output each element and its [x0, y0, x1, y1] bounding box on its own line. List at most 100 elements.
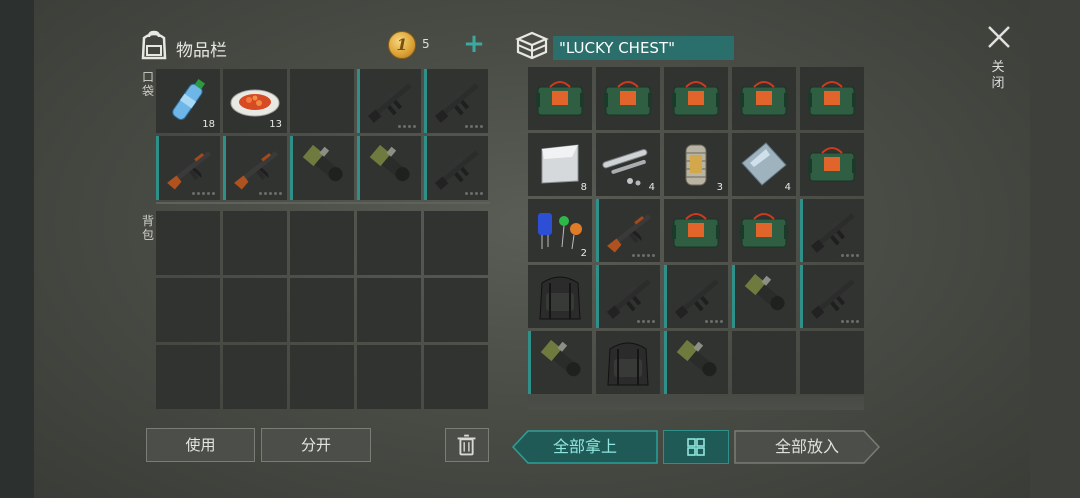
chest-slot[interactable]: [664, 331, 728, 394]
chest-slot[interactable]: 4: [732, 133, 796, 196]
chest-scroll-edge: [528, 396, 864, 410]
backpack-slot[interactable]: [290, 211, 354, 275]
backpack-slot[interactable]: [357, 211, 421, 275]
chest-slot[interactable]: [664, 199, 728, 262]
coin-count: 5: [422, 37, 430, 51]
ak-rifle-icon: [167, 150, 212, 190]
backpack-slot[interactable]: [424, 211, 488, 275]
durability-dots: [705, 320, 723, 323]
currency-display: 1 5 +: [386, 30, 490, 62]
chest-name-field[interactable]: "LUCKY CHEST": [553, 36, 734, 60]
chest-slot[interactable]: 8: [528, 133, 592, 196]
chest-slot[interactable]: [732, 199, 796, 262]
pocket-slot[interactable]: [357, 69, 421, 133]
backpack-slot[interactable]: [357, 345, 421, 409]
use-button[interactable]: 使用: [146, 428, 255, 462]
discard-button[interactable]: [445, 428, 489, 462]
pockets-grid: 18 13: [156, 69, 488, 200]
m16-rifle-icon: [810, 213, 855, 253]
durability-dots: [465, 192, 483, 195]
pocket-slot[interactable]: [156, 136, 220, 200]
explosive-case-icon: [672, 81, 720, 116]
put-all-button[interactable]: 全部放入: [734, 430, 880, 464]
backpack-slot[interactable]: [357, 278, 421, 342]
chest-slot[interactable]: [664, 67, 728, 130]
chest-slot[interactable]: [732, 331, 796, 394]
backpack-slot[interactable]: [223, 211, 287, 275]
durability-dots: [841, 320, 859, 323]
glass-plate-icon: [741, 142, 787, 186]
m16-rifle-icon: [434, 83, 479, 123]
grenade-launcher-icon: [744, 273, 785, 311]
inventory-title: 物品栏: [176, 41, 227, 61]
backpack-slot[interactable]: [156, 278, 220, 342]
section-divider: [156, 202, 490, 204]
explosive-case-icon: [536, 81, 584, 116]
durability-dots: [465, 125, 483, 128]
chest-slot[interactable]: [596, 331, 660, 394]
backpack-slot[interactable]: [156, 345, 220, 409]
backpack-slot[interactable]: [424, 278, 488, 342]
grid-icon: [687, 438, 705, 456]
pockets-label: 口袋: [141, 70, 154, 98]
close-icon[interactable]: [986, 24, 1012, 50]
close-label[interactable]: 关闭: [990, 60, 1006, 92]
chest-slot[interactable]: [800, 67, 864, 130]
chest-slot[interactable]: [596, 67, 660, 130]
chest-slot[interactable]: [800, 199, 864, 262]
put-all-label: 全部放入: [774, 437, 839, 456]
chest-slot[interactable]: [596, 199, 660, 262]
item-count: 18: [202, 119, 215, 130]
backpack-slot[interactable]: [290, 278, 354, 342]
pocket-slot[interactable]: [424, 69, 488, 133]
item-count: 3: [716, 182, 723, 193]
explosive-case-icon: [672, 213, 720, 248]
pocket-slot[interactable]: [223, 136, 287, 200]
screen-edge: [1030, 0, 1080, 498]
explosive-case-icon: [740, 81, 788, 116]
backpack-icon: [141, 30, 167, 60]
chest-slot[interactable]: [800, 265, 864, 328]
m16-rifle-icon: [434, 150, 479, 190]
chest-slot[interactable]: [528, 265, 592, 328]
split-button[interactable]: 分开: [261, 428, 371, 462]
backpack-slot[interactable]: [290, 345, 354, 409]
chest-slot[interactable]: [732, 67, 796, 130]
m16-rifle-icon: [367, 83, 412, 123]
chest-slot[interactable]: [664, 265, 728, 328]
chest-slot[interactable]: 3: [664, 133, 728, 196]
grenade-launcher-icon: [302, 144, 343, 182]
pocket-slot[interactable]: [290, 69, 354, 133]
chest-slot[interactable]: [800, 331, 864, 394]
grenade-launcher-icon: [369, 144, 410, 182]
sort-grid-button[interactable]: [663, 430, 729, 464]
chest-slot[interactable]: [800, 133, 864, 196]
spring-part-icon: [685, 144, 707, 186]
pocket-slot[interactable]: 18: [156, 69, 220, 133]
backpack-slot[interactable]: [424, 345, 488, 409]
item-count: 4: [784, 182, 791, 193]
chest-slot[interactable]: [528, 67, 592, 130]
take-all-button[interactable]: 全部拿上: [512, 430, 658, 464]
grenade-launcher-icon: [540, 339, 581, 377]
add-coins-button[interactable]: +: [462, 31, 486, 58]
chest-slot[interactable]: [596, 265, 660, 328]
pocket-slot[interactable]: 13: [223, 69, 287, 133]
backpack-slot[interactable]: [223, 345, 287, 409]
pocket-slot[interactable]: [290, 136, 354, 200]
ak-rifle-icon: [607, 213, 652, 253]
pocket-slot[interactable]: [357, 136, 421, 200]
ak-rifle-icon: [234, 150, 279, 190]
chest-slot[interactable]: 2: [528, 199, 592, 262]
chest-slot[interactable]: 4: [596, 133, 660, 196]
explosive-case-icon: [604, 81, 652, 116]
backpack-slot[interactable]: [156, 211, 220, 275]
chest-slot[interactable]: [528, 331, 592, 394]
tactical-backpack-icon: [539, 276, 581, 320]
pocket-slot[interactable]: [424, 136, 488, 200]
backpack-slot[interactable]: [223, 278, 287, 342]
chest-grid: 8 4 3 4 2: [528, 67, 864, 394]
crate-icon: [515, 31, 549, 60]
chest-slot[interactable]: [732, 265, 796, 328]
tactical-backpack-icon: [607, 342, 649, 386]
